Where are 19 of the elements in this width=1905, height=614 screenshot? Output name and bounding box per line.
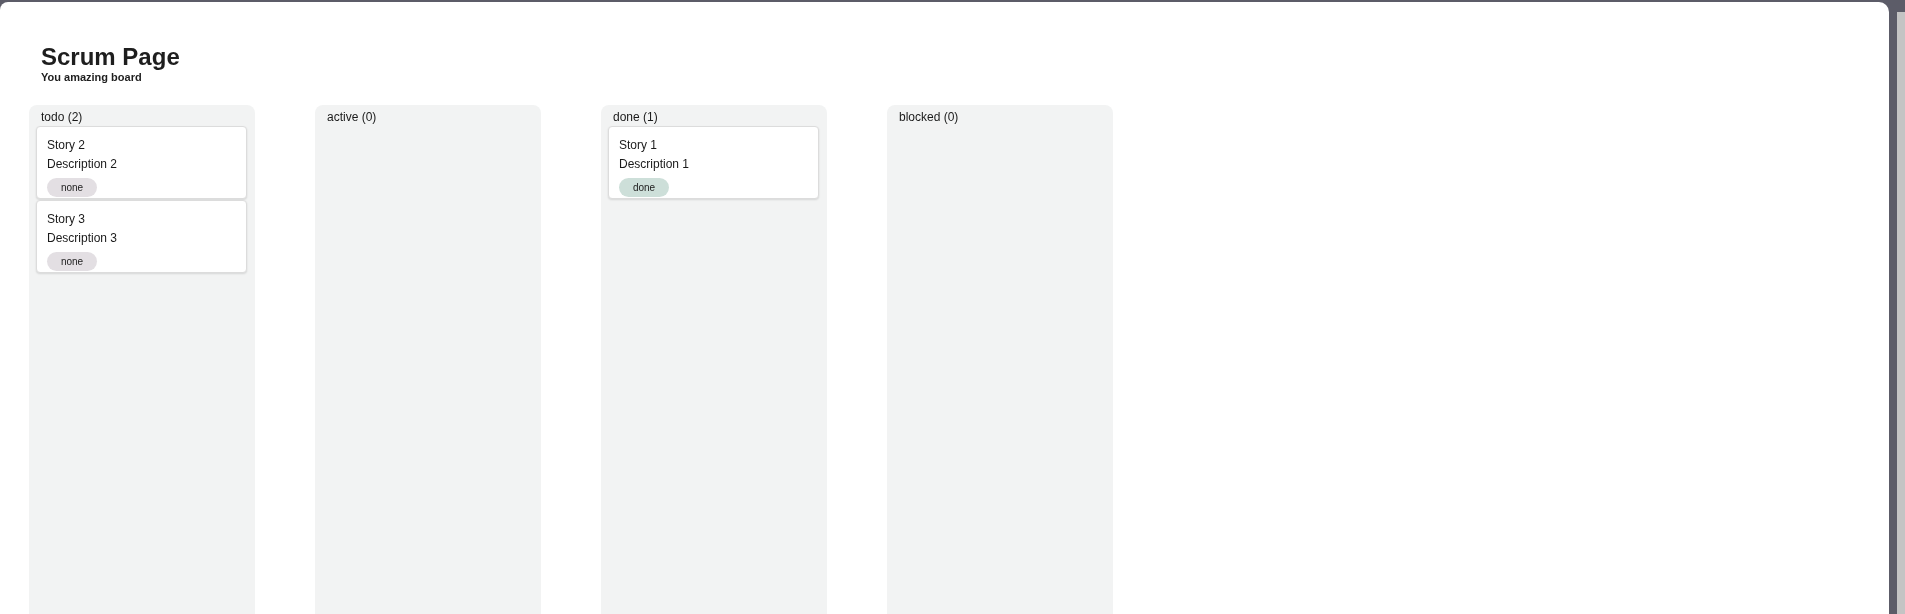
story-card[interactable]: Story 3 Description 3 none (36, 200, 247, 273)
column-title: todo (2) (41, 109, 83, 125)
status-tag: done (619, 178, 669, 197)
page-subtitle: You amazing board (41, 71, 142, 84)
page-title: Scrum Page (41, 43, 180, 71)
story-title: Story 2 (47, 138, 85, 152)
story-title: Story 3 (47, 212, 85, 226)
scrollbar-thumb[interactable] (1897, 12, 1905, 614)
status-tag: none (47, 178, 97, 197)
column-title: done (1) (613, 109, 658, 125)
status-tag: none (47, 252, 97, 271)
story-title: Story 1 (619, 138, 657, 152)
story-description: Description 3 (47, 231, 118, 245)
column-title: active (0) (327, 109, 377, 125)
story-card[interactable]: Story 1 Description 1 done (608, 126, 819, 199)
story-card[interactable]: Story 2 Description 2 none (36, 126, 247, 199)
column-title: blocked (0) (899, 109, 959, 125)
story-description: Description 1 (619, 157, 690, 171)
story-description: Description 2 (47, 157, 118, 171)
